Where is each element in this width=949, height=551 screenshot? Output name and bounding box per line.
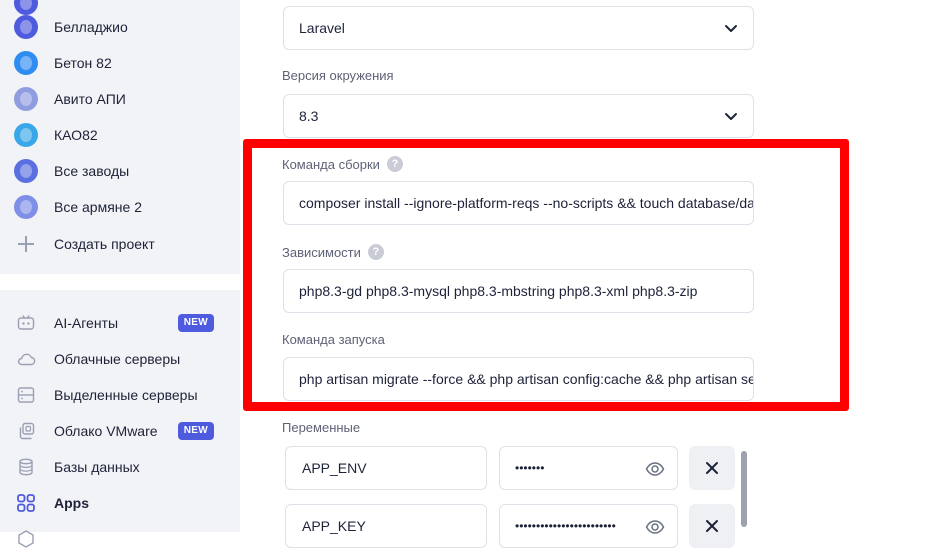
- project-avatar: [14, 159, 38, 183]
- env-var-key: APP_ENV: [302, 460, 367, 476]
- build-command-label: Команда сборки ?: [282, 156, 403, 172]
- service-nav: AI-Агенты NEW Облачные серверы Выделенны…: [0, 290, 240, 548]
- partial-nav-icon: [14, 527, 38, 551]
- framework-value: Laravel: [299, 20, 345, 36]
- env-var-masked-value: ••••••••••••••••••••••••: [515, 519, 616, 533]
- eye-icon[interactable]: [645, 459, 665, 479]
- server-icon: [14, 383, 38, 407]
- nav-item-partial[interactable]: [14, 527, 224, 551]
- project-label: Белладжио: [54, 19, 128, 35]
- nav-label: Apps: [54, 495, 89, 511]
- new-badge: NEW: [177, 422, 214, 440]
- project-avatar: [14, 15, 38, 39]
- close-icon: [706, 462, 718, 474]
- build-command-label-text: Команда сборки: [282, 156, 380, 172]
- project-avatar: [14, 123, 38, 147]
- project-item-belladzhio[interactable]: Белладжио: [14, 15, 128, 39]
- project-label: Все армяне 2: [54, 199, 142, 215]
- project-avatar: [14, 51, 38, 75]
- nav-item-ai-agents[interactable]: AI-Агенты NEW: [14, 311, 224, 335]
- nav-item-dedicated-servers[interactable]: Выделенные серверы: [14, 383, 224, 407]
- sidebar: Белладжио Бетон 82 Авито АПИ КАО82 Все з…: [0, 0, 240, 548]
- start-command-value: php artisan migrate --force && php artis…: [299, 371, 754, 387]
- nav-label: Облако VMware: [54, 423, 158, 439]
- database-icon: [14, 455, 38, 479]
- start-command-input[interactable]: php artisan migrate --force && php artis…: [283, 357, 754, 401]
- env-version-label: Версия окружения: [282, 68, 394, 83]
- start-command-label-text: Команда запуска: [282, 332, 385, 347]
- project-label: Авито АПИ: [54, 91, 126, 107]
- start-command-label: Команда запуска: [282, 332, 385, 347]
- project-label: КАО82: [54, 127, 98, 143]
- project-item-vse-armyane-2[interactable]: Все армяне 2: [14, 195, 142, 219]
- dependencies-input[interactable]: php8.3-gd php8.3-mysql php8.3-mbstring p…: [283, 269, 754, 313]
- build-command-value: composer install --ignore-platform-reqs …: [299, 195, 754, 211]
- project-item-partial[interactable]: [14, 0, 38, 15]
- build-command-input[interactable]: composer install --ignore-platform-reqs …: [283, 181, 754, 225]
- create-project-button[interactable]: Создать проект: [14, 232, 155, 256]
- framework-select[interactable]: Laravel: [283, 6, 754, 50]
- project-item-avito-api[interactable]: Авито АПИ: [14, 87, 126, 111]
- sidebar-divider: [0, 274, 240, 290]
- delete-variable-button[interactable]: [689, 504, 735, 548]
- env-version-label-text: Версия окружения: [282, 68, 394, 83]
- plus-icon: [14, 232, 38, 256]
- help-icon[interactable]: ?: [386, 156, 403, 172]
- env-var-value-input[interactable]: •••••••: [499, 446, 678, 490]
- create-project-label: Создать проект: [54, 236, 155, 252]
- env-version-select[interactable]: 8.3: [283, 94, 754, 138]
- project-avatar: [14, 0, 38, 15]
- help-icon[interactable]: ?: [367, 244, 384, 260]
- project-list: Белладжио Бетон 82 Авито АПИ КАО82 Все з…: [0, 0, 240, 274]
- eye-icon[interactable]: [645, 517, 665, 537]
- project-label: Бетон 82: [54, 55, 112, 71]
- project-item-kao82[interactable]: КАО82: [14, 123, 98, 147]
- chevron-down-icon: [725, 25, 737, 32]
- dependencies-label: Зависимости ?: [282, 244, 384, 260]
- nav-item-cloud-servers[interactable]: Облачные серверы: [14, 347, 224, 371]
- nav-label: Выделенные серверы: [54, 387, 198, 403]
- project-item-vse-zavody[interactable]: Все заводы: [14, 159, 129, 183]
- close-icon: [706, 520, 718, 532]
- cloud-icon: [14, 347, 38, 371]
- env-var-value-input[interactable]: ••••••••••••••••••••••••: [499, 504, 678, 548]
- project-label: Все заводы: [54, 163, 130, 179]
- nav-label: Облачные серверы: [54, 351, 181, 367]
- env-version-value: 8.3: [299, 108, 319, 124]
- nav-item-apps[interactable]: Apps: [14, 491, 224, 515]
- nav-item-databases[interactable]: Базы данных: [14, 455, 224, 479]
- nav-label: AI-Агенты: [54, 315, 119, 331]
- project-avatar: [14, 87, 38, 111]
- env-var-key-input[interactable]: APP_KEY: [285, 504, 487, 548]
- project-item-beton-82[interactable]: Бетон 82: [14, 51, 112, 75]
- dependencies-value: php8.3-gd php8.3-mysql php8.3-mbstring p…: [299, 283, 698, 299]
- nav-label: Базы данных: [54, 459, 140, 475]
- variables-label: Переменные: [282, 420, 360, 435]
- nav-item-vmware-cloud[interactable]: Облако VMware NEW: [14, 419, 224, 443]
- variables-scrollbar[interactable]: [741, 451, 747, 527]
- chevron-down-icon: [725, 113, 737, 120]
- vmware-icon: [14, 419, 38, 443]
- env-var-masked-value: •••••••: [515, 461, 545, 475]
- dependencies-label-text: Зависимости: [282, 244, 361, 260]
- apps-grid-icon: [14, 491, 38, 515]
- project-avatar: [14, 195, 38, 219]
- env-var-key-input[interactable]: APP_ENV: [285, 446, 487, 490]
- variables-label-text: Переменные: [282, 420, 361, 435]
- new-badge: NEW: [177, 314, 214, 332]
- robot-icon: [14, 311, 38, 335]
- delete-variable-button[interactable]: [689, 446, 735, 490]
